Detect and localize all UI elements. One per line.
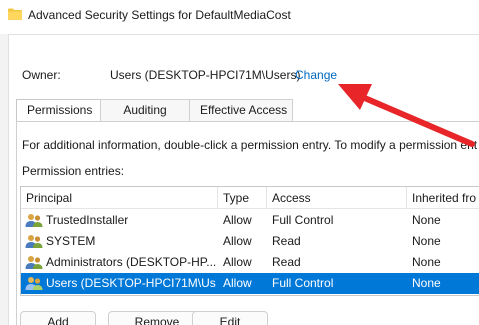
principal-cell: SYSTEM xyxy=(46,234,96,248)
table-row[interactable]: Administrators (DESKTOP-HP... Allow Read… xyxy=(21,252,479,273)
table-header: Principal Type Access Inherited fro xyxy=(21,187,479,209)
type-cell: Allow xyxy=(223,276,252,290)
users-icon xyxy=(25,235,43,248)
type-cell: Allow xyxy=(223,255,252,269)
inherited-cell: None xyxy=(412,255,441,269)
table-row[interactable]: SYSTEM Allow Read None xyxy=(21,231,479,252)
permission-entries-table: Principal Type Access Inherited fro Trus… xyxy=(20,186,479,296)
window-title: Advanced Security Settings for DefaultMe… xyxy=(28,8,291,22)
column-principal[interactable]: Principal xyxy=(21,187,218,209)
inherited-cell: None xyxy=(412,276,441,290)
folder-icon xyxy=(8,8,22,20)
tab-effective-access[interactable]: Effective Access xyxy=(189,99,293,121)
add-button[interactable]: Add xyxy=(20,311,96,325)
owner-label: Owner: xyxy=(22,68,61,82)
type-cell: Allow xyxy=(223,234,252,248)
permission-entries-label: Permission entries: xyxy=(22,164,125,178)
inherited-cell: None xyxy=(412,234,441,248)
users-icon xyxy=(25,214,43,227)
column-type[interactable]: Type xyxy=(218,187,267,209)
tab-strip: Permissions Auditing Effective Access xyxy=(16,99,293,122)
access-cell: Full Control xyxy=(272,276,334,290)
column-inherited-from[interactable]: Inherited fro xyxy=(407,187,479,209)
principal-cell: Administrators (DESKTOP-HP... xyxy=(46,255,216,269)
users-icon xyxy=(25,256,43,269)
access-cell: Full Control xyxy=(272,213,334,227)
tab-permissions[interactable]: Permissions xyxy=(16,99,101,122)
table-row-selected[interactable]: Users (DESKTOP-HPCI71M\Us... Allow Full … xyxy=(21,273,479,294)
owner-value: Users (DESKTOP-HPCI71M\Users) xyxy=(110,68,301,82)
principal-cell: TrustedInstaller xyxy=(46,213,129,227)
column-access[interactable]: Access xyxy=(267,187,407,209)
table-row[interactable]: TrustedInstaller Allow Full Control None xyxy=(21,210,479,231)
red-arrow-icon xyxy=(338,84,475,147)
tab-auditing[interactable]: Auditing xyxy=(100,99,190,121)
type-cell: Allow xyxy=(223,213,252,227)
access-cell: Read xyxy=(272,234,301,248)
inherited-cell: None xyxy=(412,213,441,227)
edit-button[interactable]: Edit xyxy=(192,311,268,325)
title-bar: Advanced Security Settings for DefaultMe… xyxy=(0,0,479,34)
access-cell: Read xyxy=(272,255,301,269)
principal-cell: Users (DESKTOP-HPCI71M\Us... xyxy=(46,276,216,290)
users-icon xyxy=(25,277,43,290)
